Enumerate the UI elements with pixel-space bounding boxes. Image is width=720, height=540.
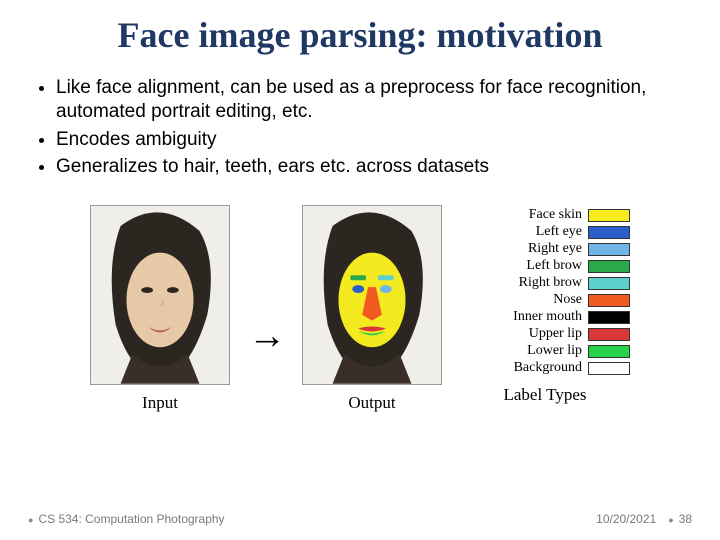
footer-course: CS 534: Computation Photography: [28, 512, 225, 526]
legend-label: Nose: [492, 292, 582, 308]
figure: Input → Output Face skinLeft eyeRight ey…: [0, 205, 720, 413]
legend-row: Right eye: [460, 241, 630, 257]
legend-label: Inner mouth: [492, 309, 582, 325]
bullet-item: Generalizes to hair, teeth, ears etc. ac…: [56, 155, 680, 179]
input-column: Input: [90, 205, 230, 413]
footer-date: 10/20/2021: [596, 512, 656, 526]
output-caption: Output: [348, 393, 395, 413]
legend-swatch: [588, 328, 630, 341]
legend-row: Lower lip: [460, 343, 630, 359]
legend-label: Right brow: [492, 275, 582, 291]
legend: Face skinLeft eyeRight eyeLeft browRight…: [460, 205, 630, 377]
slide-title: Face image parsing: motivation: [0, 0, 720, 62]
output-image: [302, 205, 442, 385]
input-image: [90, 205, 230, 385]
legend-row: Background: [460, 360, 630, 376]
legend-row: Left eye: [460, 224, 630, 240]
bullet-list: Like face alignment, can be used as a pr…: [0, 62, 720, 179]
footer-page: 38: [668, 512, 692, 526]
legend-swatch: [588, 311, 630, 324]
legend-row: Left brow: [460, 258, 630, 274]
bullet-item: Like face alignment, can be used as a pr…: [56, 76, 680, 124]
legend-label: Lower lip: [492, 343, 582, 359]
legend-swatch: [588, 243, 630, 256]
legend-row: Inner mouth: [460, 309, 630, 325]
legend-label: Background: [492, 360, 582, 376]
legend-column: Face skinLeft eyeRight eyeLeft browRight…: [460, 205, 630, 405]
legend-swatch: [588, 226, 630, 239]
slide-footer: CS 534: Computation Photography 10/20/20…: [0, 512, 720, 526]
legend-label: Left brow: [492, 258, 582, 274]
legend-swatch: [588, 345, 630, 358]
legend-row: Face skin: [460, 207, 630, 223]
legend-row: Right brow: [460, 275, 630, 291]
arrow-icon: →: [248, 315, 284, 358]
legend-caption: Label Types: [504, 385, 587, 405]
legend-swatch: [588, 260, 630, 273]
legend-row: Upper lip: [460, 326, 630, 342]
output-column: Output: [302, 205, 442, 413]
input-caption: Input: [142, 393, 178, 413]
legend-row: Nose: [460, 292, 630, 308]
legend-swatch: [588, 362, 630, 375]
legend-swatch: [588, 294, 630, 307]
legend-label: Face skin: [492, 207, 582, 223]
legend-label: Left eye: [492, 224, 582, 240]
legend-label: Right eye: [492, 241, 582, 257]
legend-label: Upper lip: [492, 326, 582, 342]
legend-swatch: [588, 209, 630, 222]
bullet-item: Encodes ambiguity: [56, 128, 680, 152]
legend-swatch: [588, 277, 630, 290]
